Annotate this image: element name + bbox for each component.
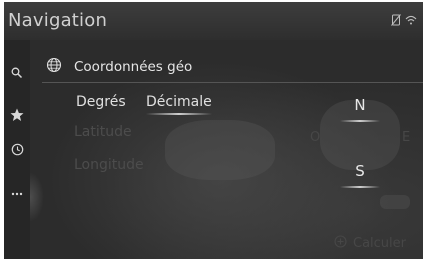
globe-icon (46, 57, 62, 77)
wifi-icon (405, 14, 417, 26)
east-label: E (402, 130, 411, 145)
more-icon (11, 181, 23, 200)
latitude-field[interactable]: Latitude (74, 124, 132, 140)
title-bar: Navigation (4, 2, 423, 40)
clock-icon (11, 141, 24, 160)
longitude-direction-button[interactable]: S (340, 160, 380, 190)
star-icon (10, 107, 24, 126)
status-area (391, 14, 417, 26)
sidebar-favorites-button[interactable] (4, 103, 30, 129)
phone-off-icon (391, 14, 401, 26)
calculate-label: Calculer (353, 236, 406, 251)
divider (42, 82, 423, 83)
sidebar (4, 40, 30, 259)
sidebar-handle[interactable] (30, 172, 44, 222)
longitude-field[interactable]: Longitude (74, 157, 144, 173)
button-underline (340, 186, 380, 188)
page-title: Navigation (8, 10, 108, 31)
map-land (380, 195, 410, 209)
latitude-direction-button[interactable]: N (340, 94, 380, 124)
sidebar-history-button[interactable] (4, 137, 30, 163)
sidebar-search-button[interactable] (4, 60, 30, 86)
app-screen: Navigation Coordonnées géo Degrés Décima… (4, 2, 423, 259)
longitude-direction-label: S (355, 162, 365, 180)
calculate-icon (334, 235, 347, 252)
tab-decimal[interactable]: Décimale (146, 94, 212, 115)
panel-title: Coordonnées géo (74, 59, 193, 75)
latitude-direction-label: N (354, 96, 366, 114)
sidebar-more-button[interactable] (4, 177, 30, 203)
calculate-button[interactable]: Calculer (334, 235, 406, 252)
map-land (165, 120, 275, 180)
search-icon (11, 64, 23, 83)
tab-degrees[interactable]: Degrés (76, 94, 126, 110)
west-label: O (310, 130, 321, 145)
button-underline (340, 120, 380, 122)
